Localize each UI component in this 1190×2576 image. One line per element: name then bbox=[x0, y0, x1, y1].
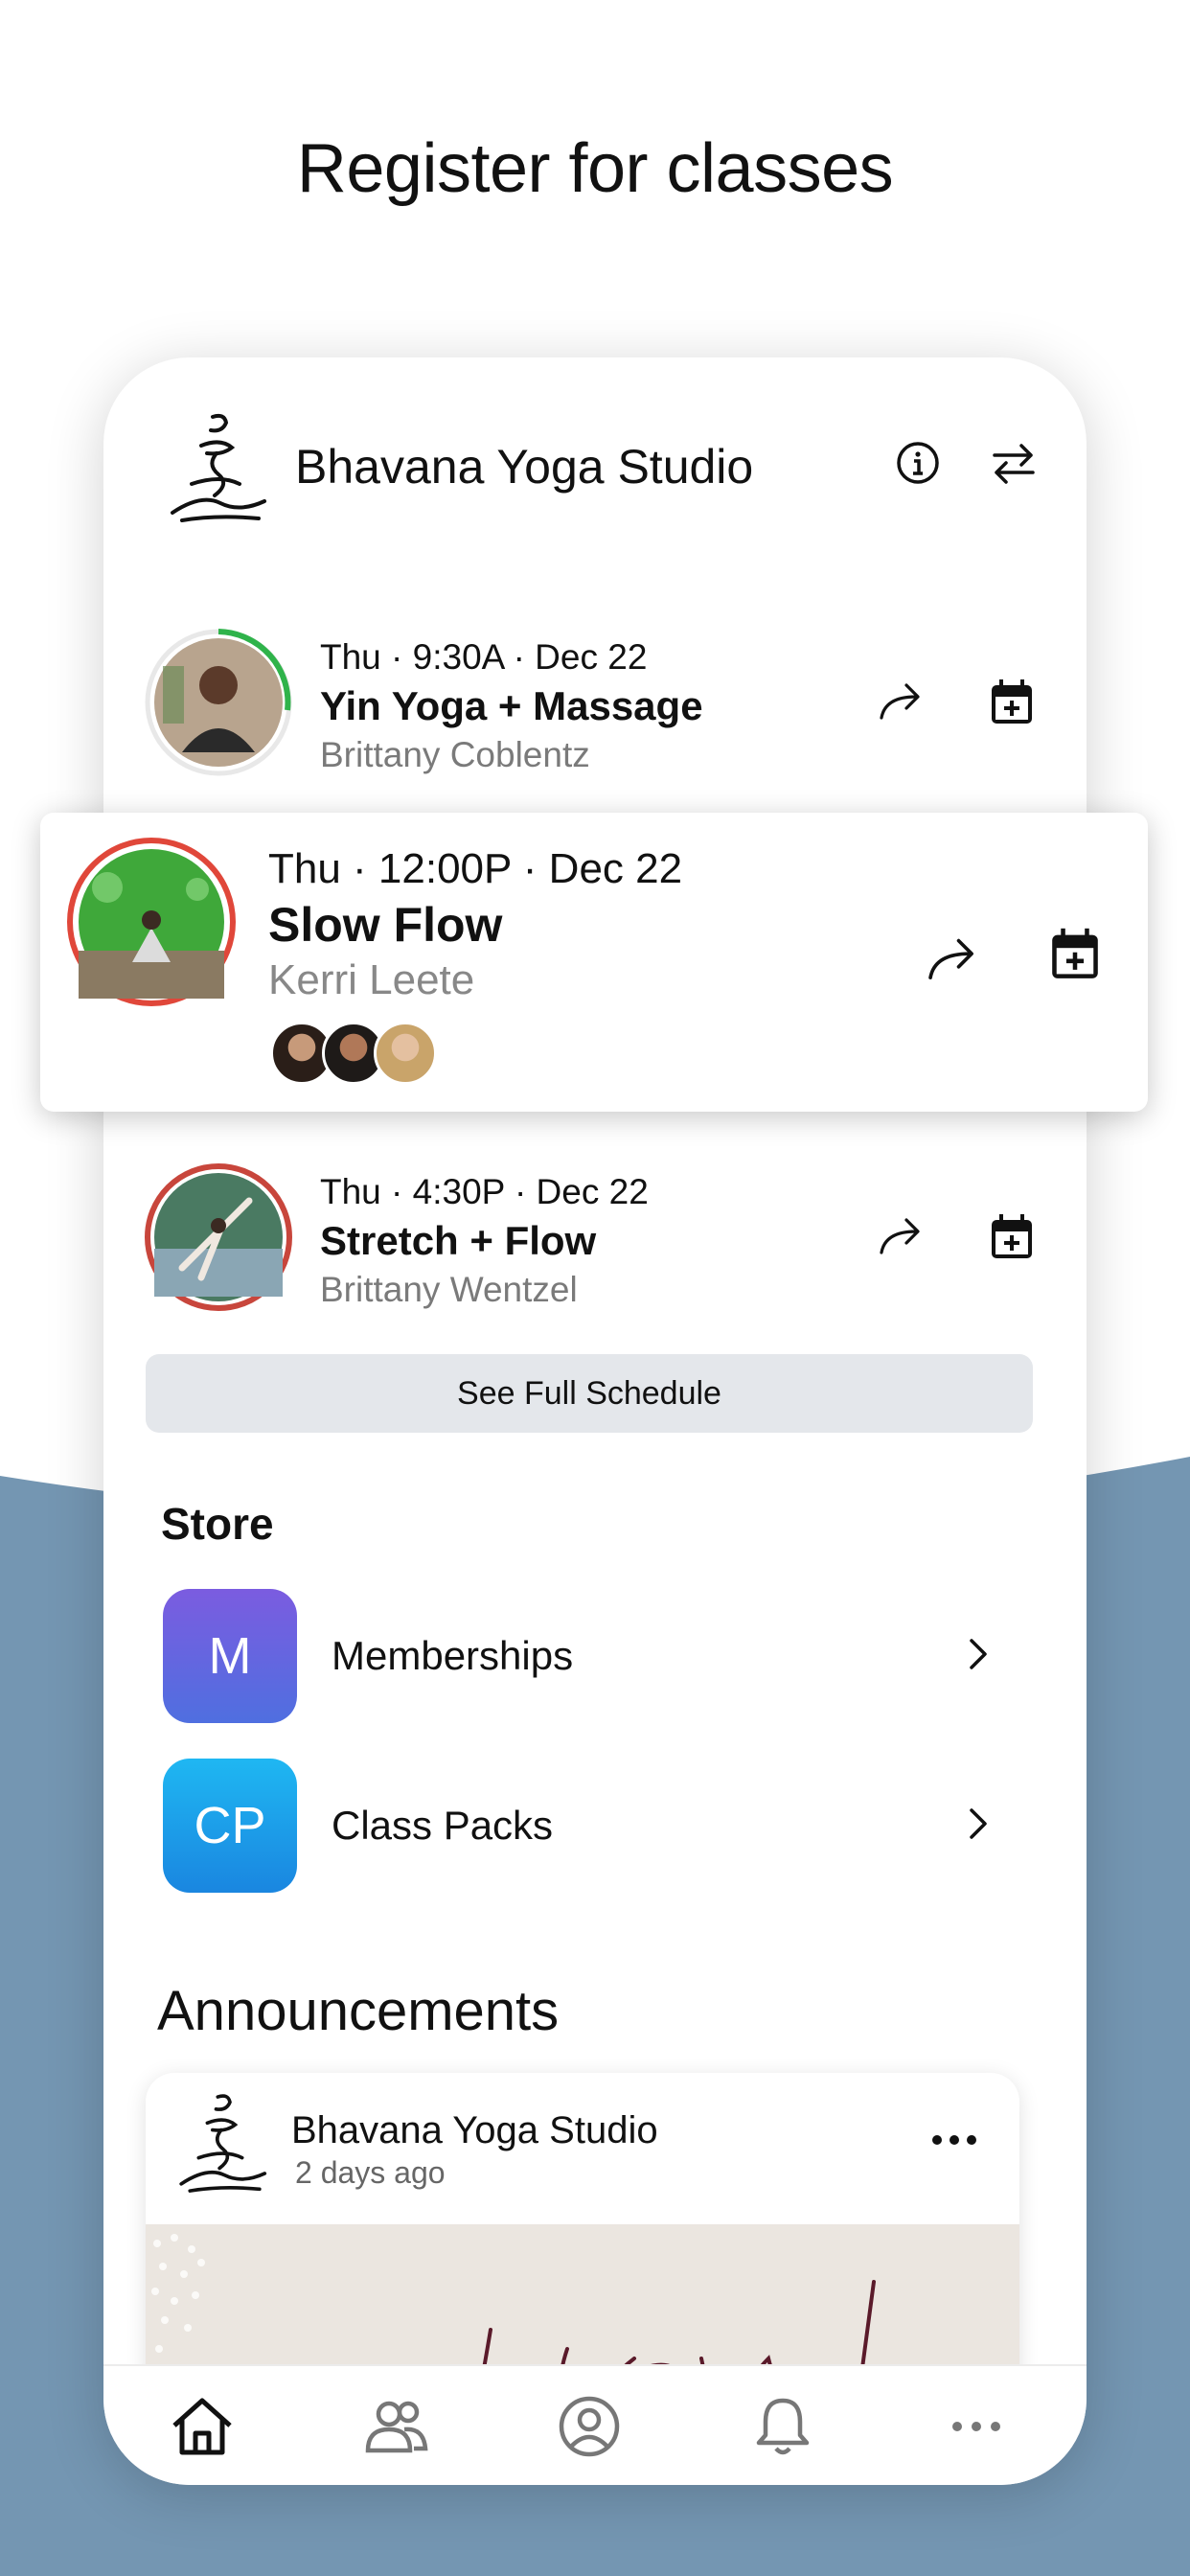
studio-header: Bhavana Yoga Studio bbox=[103, 357, 1087, 559]
announcements-heading: Announcements bbox=[157, 1980, 560, 2042]
class-row[interactable]: Thu · 4:30P · Dec 22 Stretch + Flow Brit… bbox=[103, 1151, 1087, 1343]
store-item-label: Memberships bbox=[332, 1633, 574, 1678]
share-icon[interactable] bbox=[922, 928, 987, 993]
class-row[interactable]: Thu · 9:30A · Dec 22 Yin Yoga + Massage … bbox=[103, 616, 1087, 808]
class-avatar bbox=[65, 836, 238, 1008]
add-to-calendar-icon[interactable] bbox=[983, 674, 1041, 731]
store-heading: Store bbox=[161, 1499, 274, 1549]
studio-logo bbox=[179, 2094, 267, 2193]
studio-logo bbox=[171, 413, 266, 522]
class-teacher: Brittany Wentzel bbox=[320, 1270, 578, 1309]
add-to-calendar-icon[interactable] bbox=[1042, 922, 1108, 987]
class-title: Yin Yoga + Massage bbox=[320, 683, 703, 728]
studio-name: Bhavana Yoga Studio bbox=[295, 440, 754, 494]
info-icon[interactable] bbox=[889, 434, 947, 492]
class-avatar bbox=[144, 628, 293, 777]
phone-screen: Bhavana Yoga Studio Thu · 9:30A · Dec 22… bbox=[103, 357, 1087, 2485]
switch-arrows-icon[interactable] bbox=[985, 434, 1042, 492]
class-teacher: Brittany Coblentz bbox=[320, 735, 590, 774]
store-item-label: Class Packs bbox=[332, 1803, 554, 1848]
class-teacher: Kerri Leete bbox=[268, 956, 475, 1003]
attendee-avatar bbox=[374, 1022, 437, 1085]
people-icon[interactable] bbox=[360, 2391, 431, 2462]
class-avatar bbox=[144, 1162, 293, 1312]
bottom-tab-bar bbox=[103, 2364, 1087, 2485]
chevron-right-icon bbox=[956, 1803, 998, 1845]
class-time: Thu · 9:30A · Dec 22 bbox=[320, 637, 648, 677]
class-title: Slow Flow bbox=[268, 898, 503, 952]
share-icon[interactable] bbox=[874, 674, 931, 731]
see-full-schedule-button[interactable]: See Full Schedule bbox=[146, 1354, 1033, 1433]
store-item-memberships[interactable]: M Memberships bbox=[103, 1589, 1087, 1733]
page-headline: Register for classes bbox=[296, 130, 894, 207]
class-title: Stretch + Flow bbox=[320, 1218, 597, 1263]
profile-icon[interactable] bbox=[554, 2391, 625, 2462]
class-row-highlighted[interactable]: Thu · 12:00P · Dec 22 Slow Flow Kerri Le… bbox=[40, 813, 1148, 1112]
store-tile: M bbox=[163, 1589, 297, 1723]
store-tile: CP bbox=[163, 1759, 297, 1893]
post-author: Bhavana Yoga Studio bbox=[291, 2109, 658, 2151]
post-time: 2 days ago bbox=[295, 2155, 446, 2190]
more-icon[interactable] bbox=[941, 2391, 1012, 2462]
class-time: Thu · 4:30P · Dec 22 bbox=[320, 1172, 649, 1211]
home-icon[interactable] bbox=[167, 2391, 238, 2462]
more-options-icon[interactable] bbox=[927, 2121, 981, 2159]
share-icon[interactable] bbox=[874, 1208, 931, 1266]
add-to-calendar-icon[interactable] bbox=[983, 1208, 1041, 1266]
class-time: Thu · 12:00P · Dec 22 bbox=[268, 845, 683, 892]
chevron-right-icon bbox=[956, 1633, 998, 1675]
store-item-class-packs[interactable]: CP Class Packs bbox=[103, 1759, 1087, 1902]
bell-icon[interactable] bbox=[747, 2391, 818, 2462]
